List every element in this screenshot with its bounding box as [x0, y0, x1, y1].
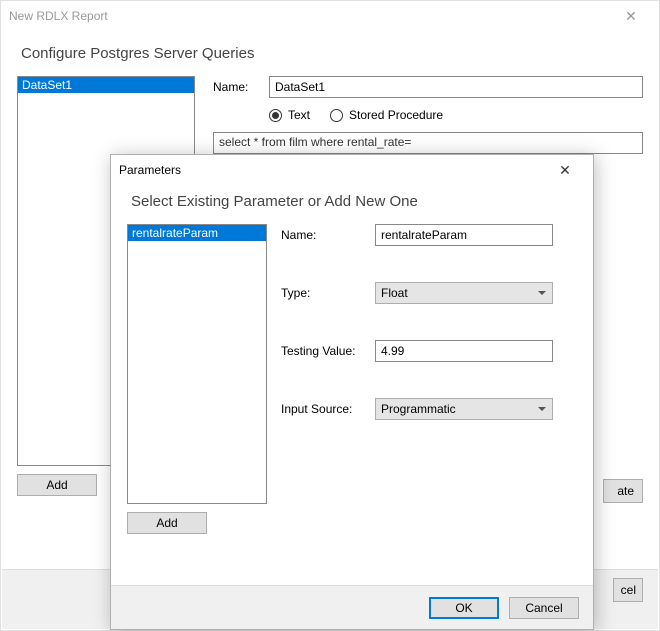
param-name-input[interactable]: rentalrateParam [375, 224, 553, 246]
input-source-label: Input Source: [281, 402, 375, 416]
select-value: Float [381, 286, 408, 300]
input-source-select[interactable]: Programmatic [375, 398, 553, 420]
radio-label: Stored Procedure [349, 108, 443, 122]
command-type-text-radio[interactable]: Text [269, 108, 310, 122]
testing-value-label: Testing Value: [281, 344, 375, 358]
name-label: Name: [213, 80, 269, 94]
select-value: Programmatic [381, 402, 456, 416]
command-type-stored-radio[interactable]: Stored Procedure [330, 108, 443, 122]
close-icon[interactable]: ✕ [545, 162, 585, 179]
radio-label: Text [288, 108, 310, 122]
partial-cancel-button[interactable]: cel [613, 578, 643, 602]
param-name-label: Name: [281, 228, 375, 242]
close-icon[interactable]: ✕ [611, 8, 651, 25]
parameters-listbox[interactable]: rentalrateParam [127, 224, 267, 504]
dataset-item[interactable]: DataSet1 [18, 77, 194, 93]
modal-heading: Select Existing Parameter or Add New One [131, 193, 577, 210]
dataset-name-input[interactable]: DataSet1 [269, 76, 643, 98]
section-heading: Configure Postgres Server Queries [21, 45, 643, 62]
parameter-item[interactable]: rentalrateParam [128, 225, 266, 241]
ok-button[interactable]: OK [429, 597, 499, 619]
query-textarea[interactable]: select * from film where rental_rate= [213, 132, 643, 154]
add-parameter-button[interactable]: Add [127, 512, 207, 534]
param-type-label: Type: [281, 286, 375, 300]
parent-window-title: New RDLX Report [9, 9, 611, 23]
param-type-select[interactable]: Float [375, 282, 553, 304]
parameters-dialog: Parameters ✕ Select Existing Parameter o… [110, 154, 594, 630]
radio-icon [330, 109, 343, 122]
partial-button[interactable]: ate [603, 479, 643, 503]
modal-titlebar: Parameters ✕ [111, 155, 593, 185]
radio-icon [269, 109, 282, 122]
modal-footer: OK Cancel [111, 585, 593, 629]
testing-value-input[interactable]: 4.99 [375, 340, 553, 362]
chevron-down-icon [538, 407, 546, 411]
chevron-down-icon [538, 291, 546, 295]
modal-window-title: Parameters [119, 163, 545, 177]
add-dataset-button[interactable]: Add [17, 474, 97, 496]
parent-titlebar: New RDLX Report ✕ [1, 1, 659, 31]
modal-content: Select Existing Parameter or Add New One… [111, 185, 593, 585]
cancel-button[interactable]: Cancel [509, 597, 579, 619]
